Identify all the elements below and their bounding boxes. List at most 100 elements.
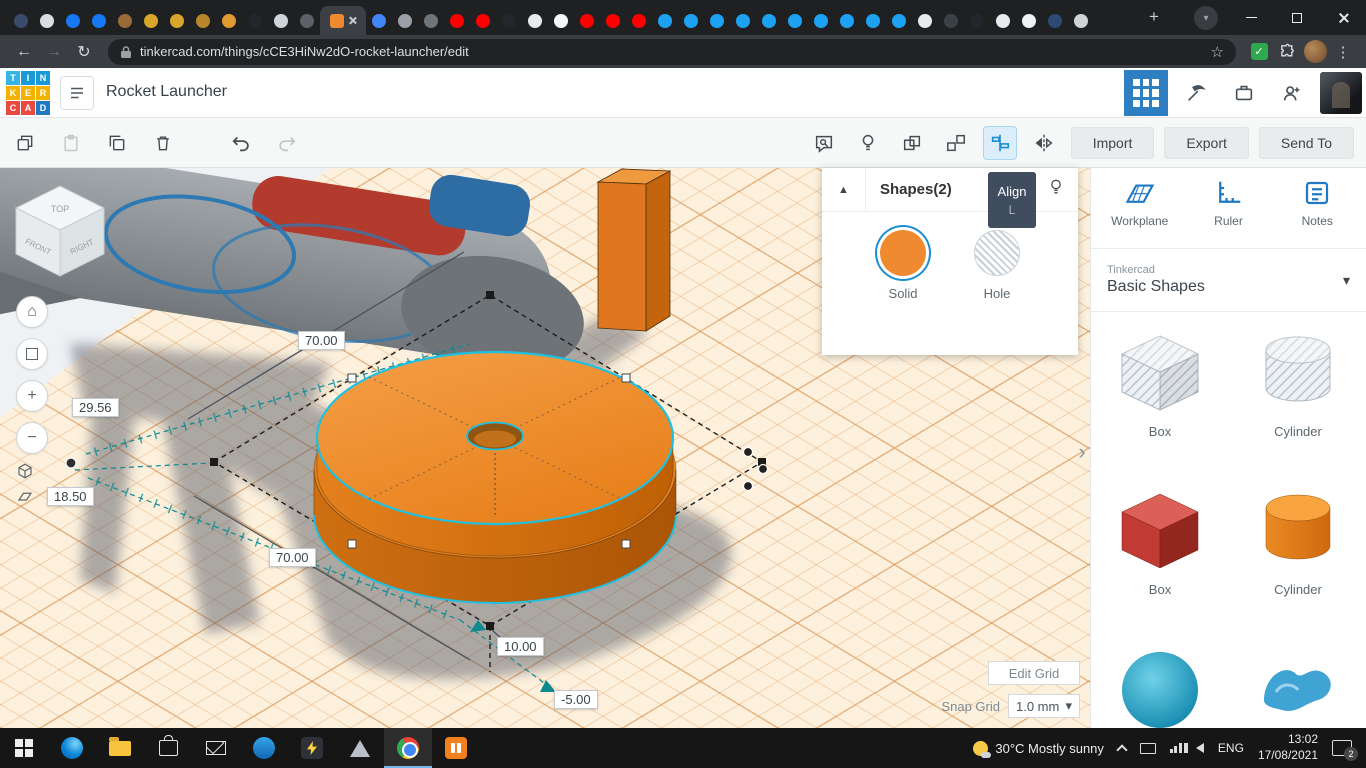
browser-tab[interactable] bbox=[418, 6, 444, 35]
reload-button[interactable]: ↻ bbox=[70, 38, 98, 66]
dimension-input[interactable]: 18.50 bbox=[47, 487, 94, 506]
browser-tab[interactable] bbox=[34, 6, 60, 35]
dimension-input[interactable]: 70.00 bbox=[298, 331, 345, 350]
gallery-item-cylinder[interactable]: Cylinder bbox=[1229, 482, 1366, 597]
user-avatar[interactable] bbox=[1320, 72, 1362, 114]
browser-tab[interactable] bbox=[392, 6, 418, 35]
browser-tab[interactable] bbox=[652, 6, 678, 35]
edit-grid-button[interactable]: Edit Grid bbox=[988, 661, 1080, 685]
maximize-button[interactable] bbox=[1274, 0, 1320, 35]
browser-tab[interactable] bbox=[320, 6, 366, 35]
browser-tab[interactable] bbox=[86, 6, 112, 35]
undo-button[interactable] bbox=[224, 126, 258, 160]
briefcase-button[interactable] bbox=[1224, 73, 1264, 113]
browser-tab[interactable] bbox=[164, 6, 190, 35]
network-tray-icon[interactable] bbox=[1169, 743, 1182, 753]
cylinder-shape[interactable] bbox=[313, 350, 677, 604]
ruler-tool[interactable]: Ruler bbox=[1189, 178, 1269, 248]
dashboard-grid-button[interactable] bbox=[1124, 70, 1168, 116]
browser-tab[interactable] bbox=[366, 6, 392, 35]
send-to-button[interactable]: Send To bbox=[1258, 127, 1354, 159]
taskbar-store[interactable] bbox=[144, 728, 192, 768]
annotate-button[interactable] bbox=[807, 126, 841, 160]
box-shape[interactable] bbox=[596, 168, 672, 332]
dimension-input[interactable]: 70.00 bbox=[269, 548, 316, 567]
home-view-button[interactable]: ⌂ bbox=[16, 296, 48, 328]
browser-tab[interactable] bbox=[782, 6, 808, 35]
taskbar-edge[interactable] bbox=[48, 728, 96, 768]
browser-tab[interactable] bbox=[496, 6, 522, 35]
gallery-item-box-hole[interactable]: Box bbox=[1091, 324, 1229, 439]
dimension-input[interactable]: 10.00 bbox=[497, 637, 544, 656]
tips-button[interactable] bbox=[851, 126, 885, 160]
volume-tray-icon[interactable] bbox=[1183, 743, 1204, 753]
extension-check-icon[interactable]: ✓ bbox=[1246, 39, 1272, 65]
browser-tab[interactable] bbox=[808, 6, 834, 35]
taskbar-clock[interactable]: 13:02 17/08/2021 bbox=[1258, 732, 1318, 763]
browser-tab[interactable] bbox=[470, 6, 496, 35]
workplane-tool[interactable]: Workplane bbox=[1100, 178, 1180, 248]
url-omnibox[interactable]: tinkercad.com/things/cCE3HiNw2dO-rocket-… bbox=[108, 38, 1236, 65]
browser-tab[interactable] bbox=[548, 6, 574, 35]
gallery-item-scribble[interactable] bbox=[1229, 640, 1366, 728]
start-button[interactable] bbox=[0, 728, 48, 768]
sidebar-collapse-handle[interactable]: › bbox=[1074, 434, 1090, 470]
zoom-out-button[interactable]: − bbox=[16, 422, 48, 454]
browser-tab[interactable] bbox=[938, 6, 964, 35]
taskbar-pyramid-app[interactable] bbox=[336, 728, 384, 768]
browser-tab[interactable] bbox=[574, 6, 600, 35]
perspective-view-button[interactable] bbox=[12, 458, 38, 484]
solid-swatch[interactable] bbox=[880, 230, 926, 276]
browser-tab[interactable] bbox=[522, 6, 548, 35]
browser-tab[interactable] bbox=[886, 6, 912, 35]
browser-tab[interactable] bbox=[138, 6, 164, 35]
browser-tab[interactable] bbox=[8, 6, 34, 35]
browser-tab[interactable] bbox=[216, 6, 242, 35]
snap-grid-select[interactable]: 1.0 mm ▾ bbox=[1008, 694, 1080, 718]
action-center-button[interactable]: 2 bbox=[1332, 740, 1358, 761]
browser-tab[interactable] bbox=[704, 6, 730, 35]
browser-tab[interactable] bbox=[1016, 6, 1042, 35]
browser-tab[interactable] bbox=[1042, 6, 1068, 35]
browser-menu-button[interactable]: ⋮ bbox=[1330, 39, 1356, 65]
shape-library-select[interactable]: Tinkercad Basic Shapes ▾ bbox=[1091, 248, 1366, 312]
export-button[interactable]: Export bbox=[1164, 127, 1249, 159]
design-menu-button[interactable] bbox=[60, 76, 94, 110]
hole-option[interactable]: Hole bbox=[974, 230, 1020, 301]
fit-view-button[interactable] bbox=[16, 338, 48, 370]
browser-tab[interactable] bbox=[964, 6, 990, 35]
gallery-item-box[interactable]: Box bbox=[1091, 482, 1229, 597]
gallery-item-cylinder-hole[interactable]: Cylinder bbox=[1229, 324, 1366, 439]
new-tab-button[interactable]: + bbox=[1142, 6, 1166, 30]
tab-search-button[interactable]: ▾ bbox=[1194, 6, 1218, 30]
solid-option[interactable]: Solid bbox=[880, 230, 926, 301]
tinkercad-logo[interactable]: TIN KER CAD bbox=[6, 71, 50, 115]
tab-close-icon[interactable] bbox=[348, 16, 357, 25]
browser-tab[interactable] bbox=[190, 6, 216, 35]
copy-button[interactable] bbox=[8, 126, 42, 160]
panel-tips-button[interactable] bbox=[1046, 177, 1066, 202]
taskbar-file-explorer[interactable] bbox=[96, 728, 144, 768]
browser-tab[interactable] bbox=[678, 6, 704, 35]
back-button[interactable]: ← bbox=[10, 38, 38, 66]
dimension-input[interactable]: -5.00 bbox=[554, 690, 598, 709]
language-indicator[interactable]: ENG bbox=[1218, 741, 1244, 755]
browser-tab[interactable] bbox=[268, 6, 294, 35]
import-button[interactable]: Import bbox=[1070, 127, 1155, 159]
dimension-input[interactable]: 29.56 bbox=[72, 398, 119, 417]
hole-swatch[interactable] bbox=[974, 230, 1020, 276]
align-anchor-dots[interactable] bbox=[742, 446, 769, 492]
browser-tab[interactable] bbox=[60, 6, 86, 35]
minimize-button[interactable] bbox=[1228, 0, 1274, 35]
browser-tab[interactable] bbox=[756, 6, 782, 35]
browser-tab[interactable] bbox=[860, 6, 886, 35]
taskbar-mail[interactable] bbox=[192, 728, 240, 768]
browser-tab[interactable] bbox=[444, 6, 470, 35]
browser-tab[interactable] bbox=[600, 6, 626, 35]
taskbar-lightning-app[interactable] bbox=[288, 728, 336, 768]
panel-collapse-button[interactable]: ▲ bbox=[822, 167, 866, 212]
notes-tool[interactable]: Notes bbox=[1277, 178, 1357, 248]
browser-tab[interactable] bbox=[242, 6, 268, 35]
mirror-button[interactable] bbox=[1027, 126, 1061, 160]
duplicate-button[interactable] bbox=[100, 126, 134, 160]
